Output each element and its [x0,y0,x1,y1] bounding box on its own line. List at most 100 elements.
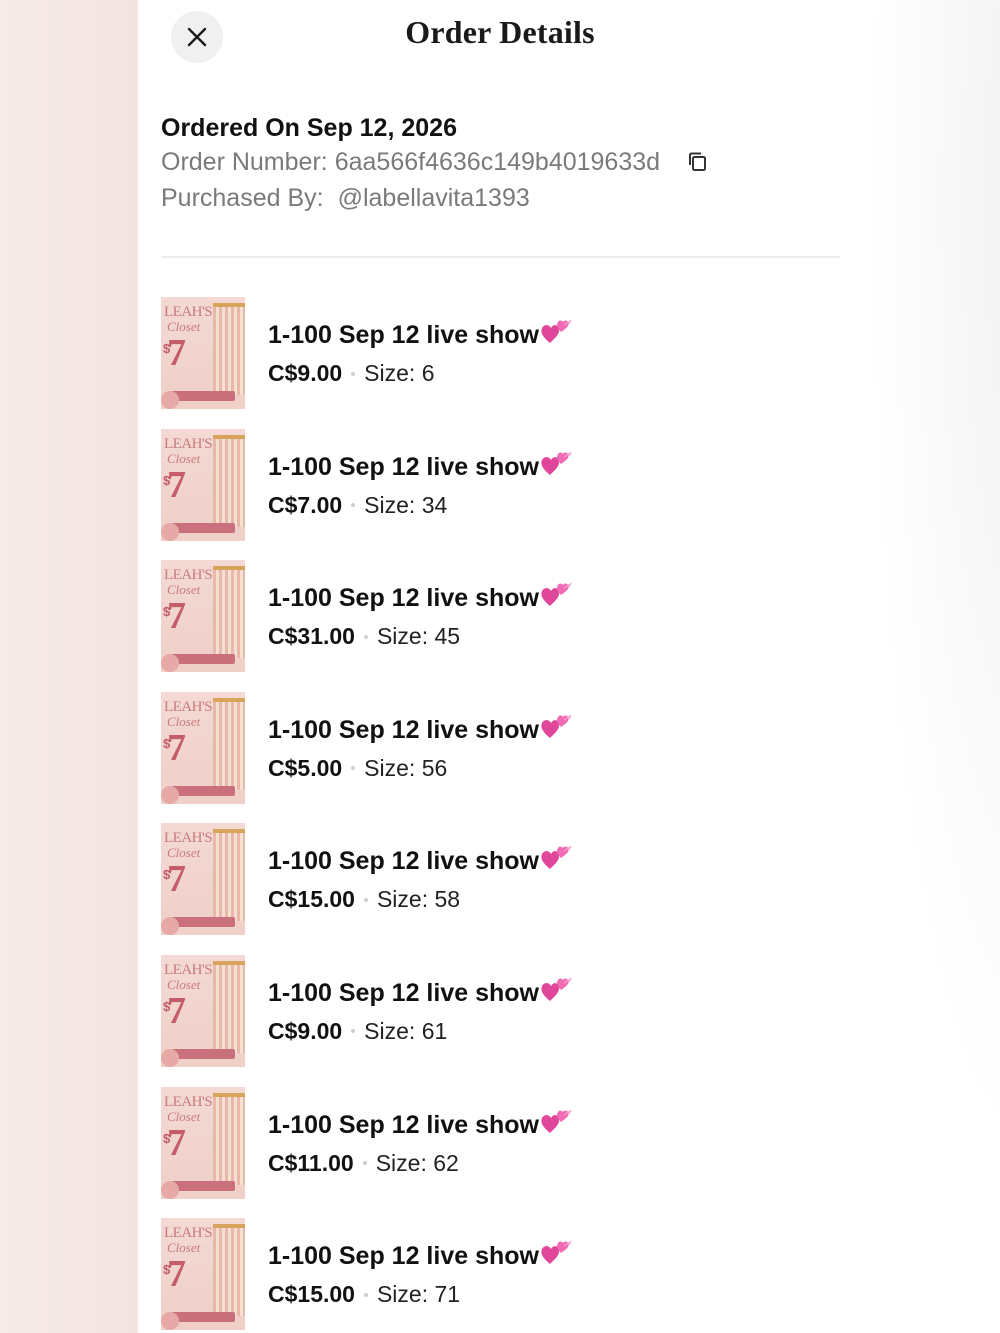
thumbnail-rack-graphic [213,960,245,1053]
item-thumbnail[interactable]: LEAH'S Closet $ 7 [161,1218,245,1331]
separator-dot [363,1292,368,1297]
two-hearts-icon [541,1240,572,1265]
thumbnail-brand: LEAH'S [164,304,213,320]
separator-dot [351,766,356,771]
ordered-on-date: Ordered On Sep 12, 2026 [161,114,457,142]
purchased-by-label: Purchased By: [161,184,324,212]
divider [161,256,840,258]
item-thumbnail[interactable]: LEAH'S Closet $ 7 [161,1086,245,1199]
item-price: C$9.00 [268,360,343,386]
page-title: Order Details [405,14,595,50]
item-thumbnail[interactable]: LEAH'S Closet $ 7 [161,691,245,804]
item-title-row[interactable]: 1-100 Sep 12 live show [268,1109,572,1140]
close-icon [187,27,207,47]
thumbnail-seven: 7 [167,1121,186,1164]
separator-dot [351,371,356,376]
order-number-row: Order Number: 6aa566f4636c149b4019633d [161,144,841,180]
item-details: C$11.00 Size: 62 [268,1150,459,1177]
item-thumbnail[interactable]: LEAH'S Closet $ 7 [161,560,245,673]
item-details: C$9.00 Size: 61 [268,1018,447,1045]
thumbnail-rack-graphic [213,697,245,790]
thumbnail-banner [171,391,235,401]
item-title-row[interactable]: 1-100 Sep 12 live show [268,977,572,1008]
thumbnail-rack-graphic [213,303,245,395]
item-title-row[interactable]: 1-100 Sep 12 live show [268,714,572,745]
thumbnail-seven: 7 [167,858,186,901]
order-item[interactable]: LEAH'S Closet $ 7 1-100 Sep 12 live show… [161,823,841,955]
item-title-row[interactable]: 1-100 Sep 12 live show [268,845,572,876]
two-hearts-icon [541,319,572,343]
item-thumbnail[interactable]: LEAH'S Closet $ 7 [161,954,245,1067]
thumbnail-rack-graphic [213,829,245,922]
order-item[interactable]: LEAH'S Closet $ 7 1-100 Sep 12 live show… [161,954,841,1087]
item-title-row[interactable]: 1-100 Sep 12 live show [268,451,572,482]
item-title: 1-100 Sep 12 live show [268,715,539,744]
item-details: C$9.00 Size: 6 [268,360,435,387]
item-details: C$5.00 Size: 56 [268,755,447,782]
thumbnail-flower [161,785,179,804]
order-item[interactable]: LEAH'S Closet $ 7 1-100 Sep 12 live show… [161,1218,841,1333]
backdrop-right [840,0,1000,1333]
item-price: C$15.00 [268,1281,355,1308]
order-number-label: Order Number: [161,148,328,176]
backdrop-left [0,0,138,1333]
item-thumbnail[interactable]: LEAH'S Closet $ 7 [161,297,245,409]
thumbnail-brand: LEAH'S [164,1093,213,1110]
thumbnail-seven: 7 [167,989,186,1032]
item-title: 1-100 Sep 12 live show [268,321,539,349]
item-title-row[interactable]: 1-100 Sep 12 live show [268,1240,572,1271]
thumbnail-seven: 7 [167,332,186,374]
order-item[interactable]: LEAH'S Closet $ 7 1-100 Sep 12 live show… [161,691,841,824]
item-price: C$31.00 [268,623,355,650]
thumbnail-banner [171,785,235,796]
two-hearts-icon [541,977,572,1001]
thumbnail-banner [171,654,235,665]
thumbnail-brand: LEAH'S [164,830,213,847]
item-details: C$15.00 Size: 71 [268,1281,460,1308]
thumbnail-banner [171,917,235,928]
item-title: 1-100 Sep 12 live show [268,847,539,876]
thumbnail-rack-graphic [213,434,245,527]
thumbnail-rack-graphic [213,1224,245,1317]
item-thumbnail[interactable]: LEAH'S Closet $ 7 [161,428,245,541]
item-title-row[interactable]: 1-100 Sep 12 live show [268,319,572,350]
item-title-row[interactable]: 1-100 Sep 12 live show [268,582,572,613]
item-title: 1-100 Sep 12 live show [268,1242,539,1271]
two-hearts-icon [541,1109,572,1133]
item-price: C$7.00 [268,491,343,518]
order-item[interactable]: LEAH'S Closet $ 7 1-100 Sep 12 live show… [161,297,841,429]
thumbnail-brand: LEAH'S [164,435,213,452]
order-number-value[interactable]: 6aa566f4636c149b4019633d [335,144,660,180]
close-button[interactable] [171,11,223,63]
thumbnail-seven: 7 [167,595,186,638]
item-thumbnail[interactable]: LEAH'S Closet $ 7 [161,823,245,936]
thumbnail-brand: LEAH'S [164,567,213,584]
item-price: C$11.00 [268,1149,354,1176]
thumbnail-flower [161,391,179,409]
thumbnail-seven: 7 [167,1253,186,1296]
order-item[interactable]: LEAH'S Closet $ 7 1-100 Sep 12 live show… [161,1086,841,1219]
order-item[interactable]: LEAH'S Closet $ 7 1-100 Sep 12 live show… [161,560,841,692]
thumbnail-brand: LEAH'S [164,1225,213,1242]
thumbnail-banner [171,1048,235,1059]
item-price: C$15.00 [268,886,355,913]
thumbnail-seven: 7 [167,726,186,769]
two-hearts-icon [541,846,572,870]
thumbnail-banner [171,522,235,533]
thumbnail-brand: LEAH'S [164,961,213,978]
item-title: 1-100 Sep 12 live show [268,452,539,481]
item-size: Size: 61 [364,1017,448,1044]
order-item[interactable]: LEAH'S Closet $ 7 1-100 Sep 12 live show… [161,428,841,561]
copy-icon[interactable] [686,150,710,174]
item-details: C$7.00 Size: 34 [268,492,447,519]
thumbnail-flower [161,1048,179,1067]
two-hearts-icon [541,582,572,607]
item-details: C$15.00 Size: 58 [268,886,460,913]
order-meta: Ordered On Sep 12, 2026 Order Number: 6a… [161,112,841,216]
thumbnail-flower [161,1312,179,1331]
purchased-by-username[interactable]: @labellavita1393 [338,180,530,216]
item-size: Size: 45 [376,623,461,650]
item-price: C$9.00 [268,1017,343,1044]
thumbnail-flower [161,654,179,673]
thumbnail-banner [171,1180,235,1191]
